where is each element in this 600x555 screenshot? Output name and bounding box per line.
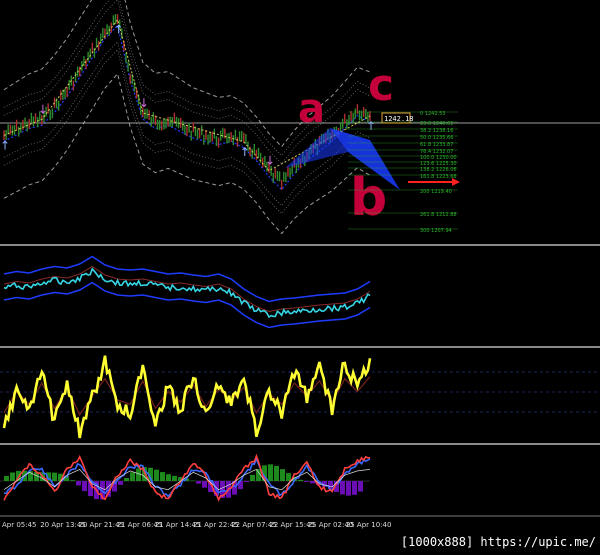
histogram-bar xyxy=(136,469,141,481)
fib-level-label: 200 1219.40 xyxy=(420,189,452,195)
fib-level-label: 61.8 1233.87 xyxy=(420,142,453,148)
annotation-letter-a: a xyxy=(298,86,325,132)
histogram-bar xyxy=(196,481,201,484)
histogram-bar xyxy=(286,473,291,481)
histogram-bar xyxy=(118,481,123,485)
histogram-bar xyxy=(82,481,87,491)
chart-canvas: ↑↓↑↓↑↓↑cab1242.180 1242.5323.6 1240.6138… xyxy=(0,0,600,551)
swing-arrow-marker: ↓ xyxy=(139,96,149,110)
fib-level-label: 0 1242.53 xyxy=(420,111,445,117)
histogram-bar xyxy=(280,469,285,481)
histogram-bar xyxy=(10,473,15,481)
histogram-bar xyxy=(346,481,351,496)
histogram-bar xyxy=(130,472,135,481)
fib-level-label: 138.2 1226.06 xyxy=(420,167,457,173)
histogram-bar xyxy=(160,472,165,481)
annotation-letter-c: c xyxy=(368,60,394,111)
histogram-bar xyxy=(4,476,9,481)
histogram-bar xyxy=(244,481,249,482)
fib-level-label: 23.6 1240.61 xyxy=(420,121,453,127)
watermark: [1000x888] https://upic.me/ xyxy=(401,535,596,549)
fib-level-label: 50.0 1235.66 xyxy=(420,135,453,141)
swing-arrow-marker: ↑ xyxy=(0,138,10,152)
histogram-bar xyxy=(124,478,129,481)
swing-arrow-marker: ↓ xyxy=(38,102,48,116)
histogram-bar xyxy=(172,476,177,481)
histogram-bar xyxy=(250,475,255,481)
fib-level-label: 300 1207.94 xyxy=(420,228,452,234)
histogram-bar xyxy=(310,481,315,483)
histogram-bar xyxy=(352,481,357,495)
histogram-bar xyxy=(358,481,363,492)
histogram-bar xyxy=(298,480,303,481)
swing-arrow-marker: ↑ xyxy=(240,145,250,159)
fib-level-label: 161.8 1223.68 xyxy=(420,174,457,180)
fib-level-label: 38.2 1238.16 xyxy=(420,128,453,134)
annotation-letter-b: b xyxy=(350,168,387,228)
histogram-bar xyxy=(76,481,81,485)
fib-level-label: 261.8 1212.88 xyxy=(420,212,457,218)
histogram-bar xyxy=(166,474,171,481)
trading-chart: ↑↓↑↓↑↓↑cab1242.180 1242.5323.6 1240.6138… xyxy=(0,0,600,551)
histogram-bar xyxy=(304,481,309,482)
swing-arrow-marker: ↑ xyxy=(366,119,376,133)
histogram-bar xyxy=(70,480,75,481)
histogram-bar xyxy=(274,466,279,481)
time-axis-tick: 25 Apr 10:40 xyxy=(346,521,392,529)
histogram-bar xyxy=(52,473,57,481)
histogram-bar xyxy=(202,481,207,488)
histogram-bar xyxy=(154,470,159,481)
histogram-bar xyxy=(268,464,273,481)
time-axis-tick: Apr 05:45 xyxy=(2,521,37,529)
histogram-bar xyxy=(340,481,345,494)
swing-arrow-marker: ↓ xyxy=(265,154,275,168)
swing-arrow-marker: ↑ xyxy=(114,23,124,37)
